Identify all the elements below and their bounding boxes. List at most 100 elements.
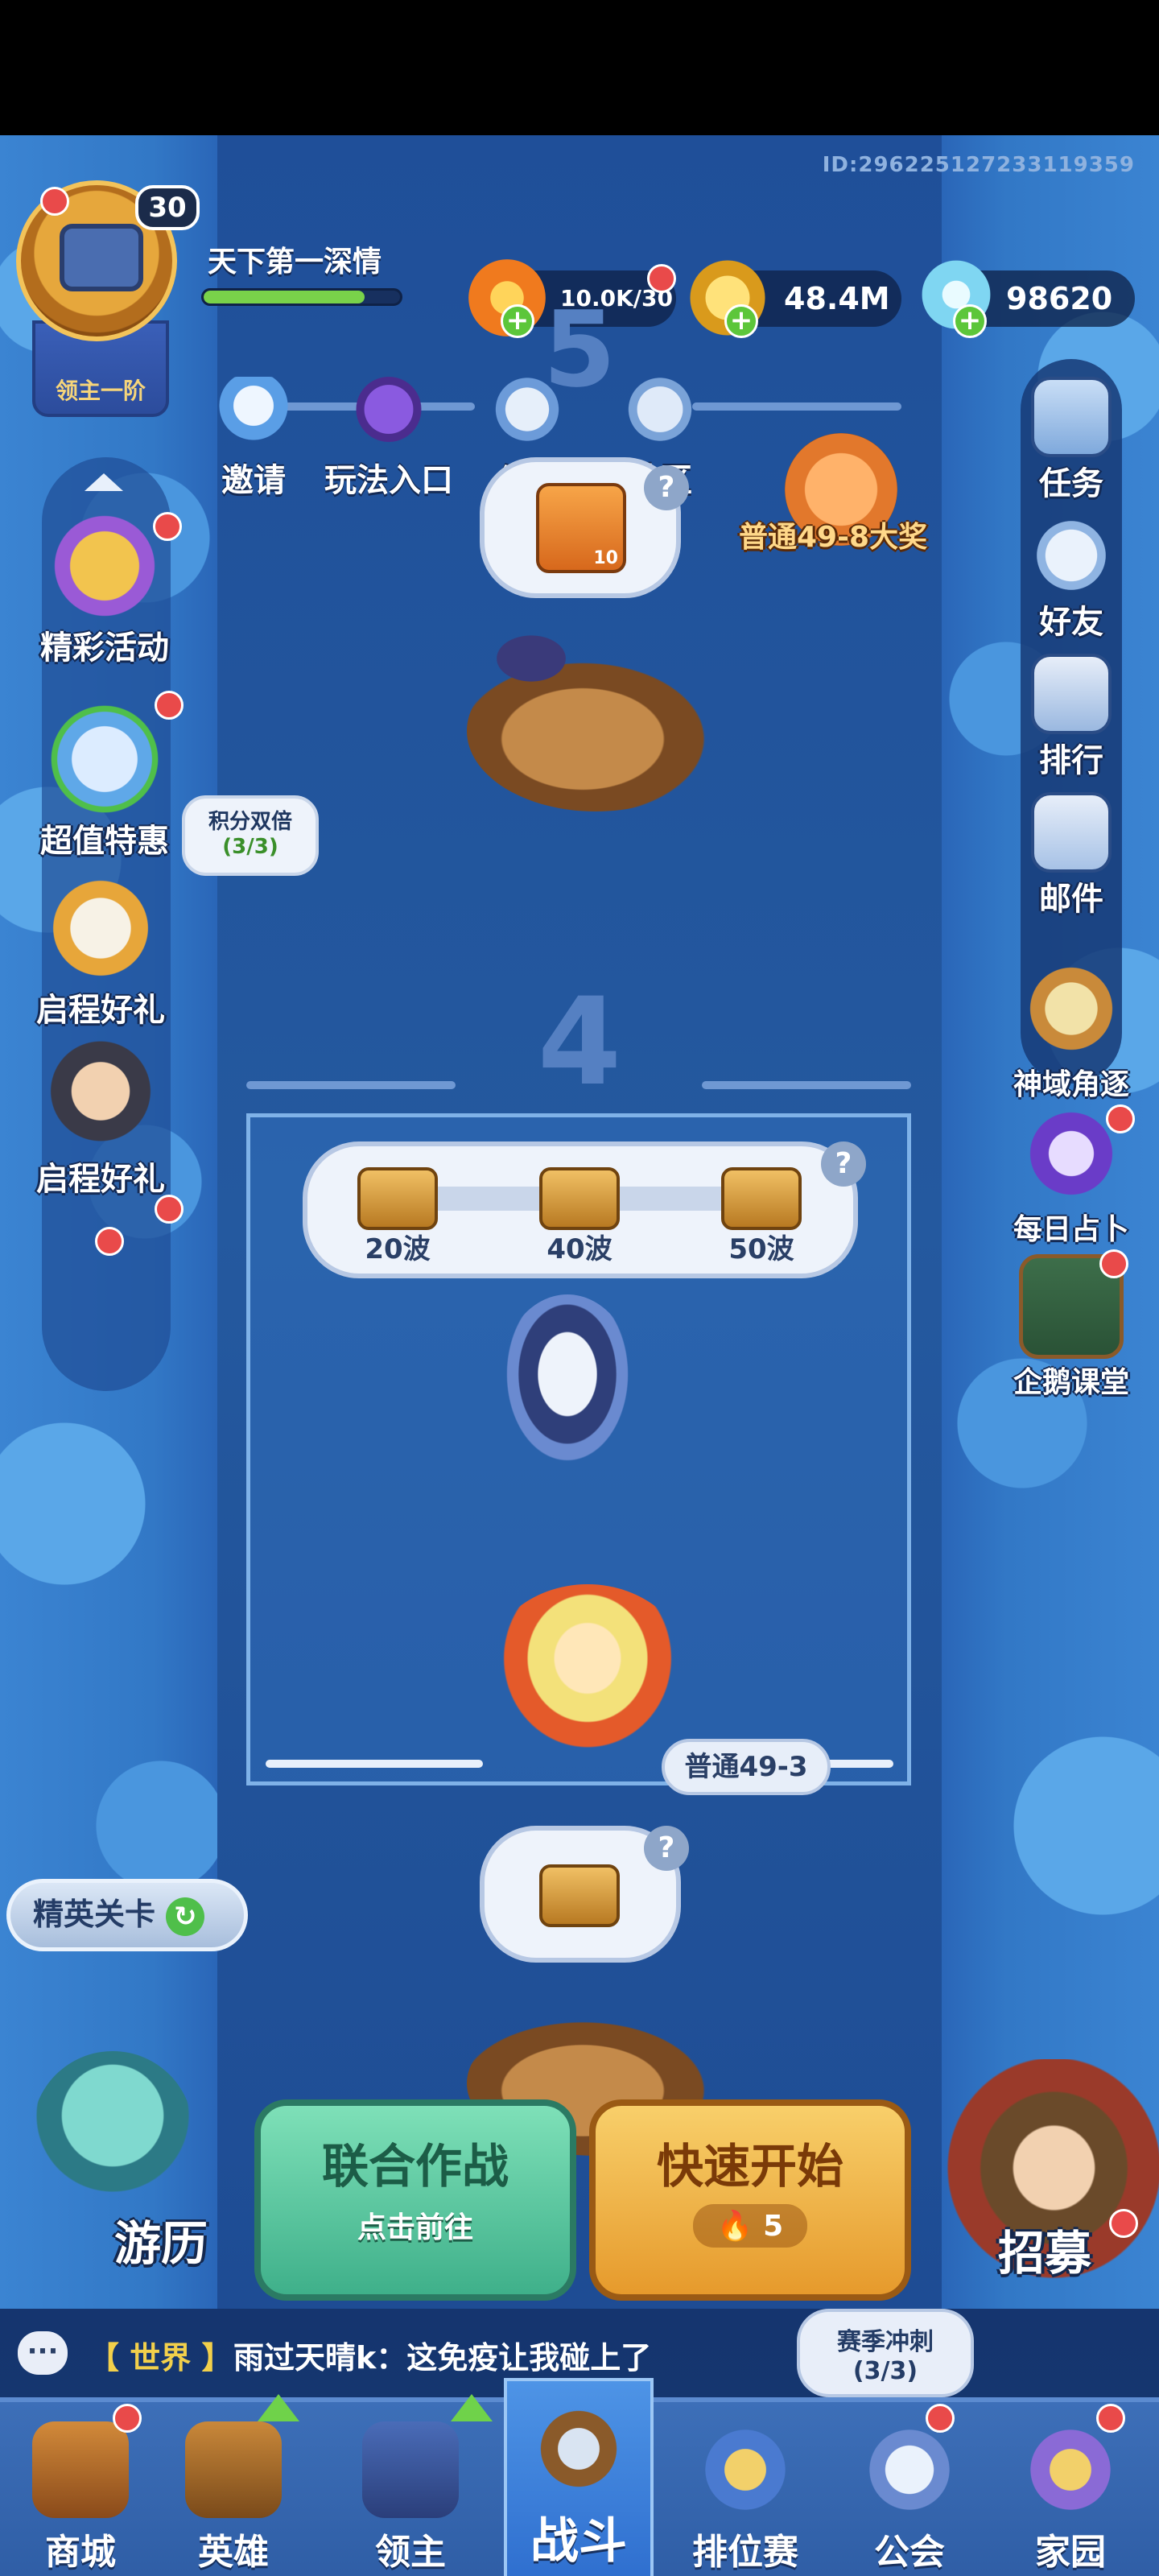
diamond-value: 98620: [1006, 281, 1113, 316]
clipboard-icon: [1031, 377, 1112, 457]
player-hero-icon[interactable]: [483, 1584, 692, 1769]
starter-gift-hero-button[interactable]: 启程好礼: [4, 1037, 197, 1199]
mail-icon: [1031, 792, 1112, 873]
elite-stage-label: 精英关卡: [33, 1897, 156, 1932]
avatar-notification-dot: [40, 187, 69, 216]
battle-swords-icon: [530, 2401, 627, 2497]
deals-label: 超值特惠: [40, 823, 169, 860]
megaphone-icon: [491, 377, 563, 449]
double-points-title: 积分双倍: [208, 810, 292, 834]
nav-battle-label: 战斗: [530, 2513, 627, 2570]
nav-lord-label: 领主: [375, 2532, 446, 2573]
exp-bar-fill: [204, 291, 365, 303]
quick-start-button[interactable]: 快速开始 🔥 5: [589, 2099, 911, 2301]
deals-notification-dot: [155, 691, 184, 720]
mail-label: 邮件: [1039, 881, 1103, 918]
nav-ranked-label: 排位赛: [692, 2532, 798, 2573]
starter-gift-label: 启程好礼: [36, 992, 165, 1029]
quick-start-cost-value: 5: [763, 2210, 784, 2243]
wave-chest-50[interactable]: [721, 1167, 802, 1230]
stage3-chest-icon: [539, 1864, 620, 1927]
player-name: 天下第一深情: [208, 246, 382, 279]
divine-contest-label: 神域角逐: [1013, 1068, 1129, 1101]
ranking-button[interactable]: 排行: [995, 654, 1148, 781]
dragon-spikes: [483, 626, 580, 691]
friends-icon: [1031, 515, 1112, 596]
wave-chest-20[interactable]: [357, 1167, 438, 1230]
crystal-reward-count: 10: [593, 548, 618, 568]
guild-icon: [861, 2421, 958, 2518]
status-bar: [0, 0, 1159, 135]
wave-chest-40-label: 40波: [547, 1233, 612, 1265]
current-stage-tag[interactable]: 普通49-3: [662, 1739, 831, 1795]
pegasus-gift-icon: [40, 868, 161, 989]
avatar-robot-icon: [60, 224, 143, 291]
collapse-arrow-icon[interactable]: [85, 473, 123, 491]
shop-icon: [32, 2421, 129, 2518]
deals-button[interactable]: 超值特惠: [8, 699, 201, 861]
hot-air-balloon-icon[interactable]: [32, 2051, 193, 2212]
rail-notification-dot-1: [155, 1195, 184, 1224]
friends-button[interactable]: 好友: [995, 515, 1148, 642]
travel-label[interactable]: 游历: [114, 2206, 208, 2273]
mail-button[interactable]: 邮件: [995, 792, 1148, 919]
nav-battle[interactable]: 战斗: [504, 2378, 654, 2576]
nav-lord[interactable]: 领主: [338, 2402, 483, 2576]
community-icon: [624, 377, 696, 449]
season-sprint-bubble[interactable]: 赛季冲刺 (3/3): [797, 2309, 974, 2397]
penguin-class-notification-dot: [1099, 1249, 1128, 1278]
wave-chest-50-label: 50波: [728, 1233, 794, 1265]
chat-bubble-icon[interactable]: ···: [18, 2331, 68, 2375]
stage-number-lower: 4: [537, 972, 622, 1113]
lord-rank-label: 领主一阶: [55, 378, 146, 404]
clock-deal-icon: [44, 699, 165, 819]
divination-notification-dot: [1106, 1104, 1135, 1133]
double-points-bubble[interactable]: 积分双倍 (3/3): [182, 795, 319, 876]
elite-stage-button[interactable]: 精英关卡 ↻: [6, 1879, 248, 1951]
stage3-help-icon[interactable]: ?: [644, 1826, 689, 1871]
recruit-label[interactable]: 招募: [998, 2215, 1091, 2283]
friends-label: 好友: [1039, 604, 1103, 641]
event-label: 精彩活动: [40, 630, 169, 667]
gold-value: 48.4M: [784, 281, 890, 316]
wave-help-icon[interactable]: ?: [821, 1141, 866, 1187]
hero-gift-icon: [40, 1037, 161, 1158]
divine-shield-icon: [1019, 956, 1124, 1061]
invite-button[interactable]: 邀请: [193, 377, 314, 501]
add-gold-button[interactable]: +: [724, 304, 758, 338]
wave-chest-40[interactable]: [539, 1167, 620, 1230]
tasks-label: 任务: [1039, 465, 1103, 502]
home-notification-dot: [1096, 2404, 1125, 2433]
penguin-class-button[interactable]: 企鹅课堂: [995, 1254, 1148, 1401]
crystal-reward-icon: 10: [536, 483, 626, 573]
wave-chest-20-label: 20波: [365, 1233, 431, 1265]
coop-battle-button[interactable]: 联合作战 点击前往: [254, 2099, 576, 2301]
stage-bottom-line-left: [266, 1760, 483, 1768]
ranking-label: 排行: [1039, 742, 1103, 779]
user-id: ID:2962251272331193‍59: [822, 153, 1135, 177]
home-castle-icon: [1022, 2421, 1119, 2518]
podium-icon: [1031, 654, 1112, 734]
guild-notification-dot: [926, 2404, 955, 2433]
exp-bar: [201, 288, 402, 306]
heroes-upgrade-arrow-icon: [258, 2394, 299, 2421]
starter-gift-button[interactable]: 启程好礼: [4, 868, 197, 1030]
quick-start-cost: 🔥 5: [692, 2204, 808, 2248]
add-diamond-button[interactable]: +: [953, 304, 987, 338]
coop-battle-title: 联合作战: [321, 2139, 509, 2194]
player-level: 30: [135, 185, 200, 230]
starter-gift-hero-label: 启程好礼: [36, 1161, 165, 1198]
hero-card-icon: [185, 2421, 282, 2518]
divine-contest-button[interactable]: 神域角逐: [995, 956, 1148, 1103]
bottom-navigation: 商城 英雄 领主 战斗 排位赛 公会 家园: [0, 2378, 1159, 2576]
tasks-button[interactable]: 任务: [995, 377, 1148, 504]
nav-guild[interactable]: 公会: [837, 2402, 982, 2576]
gameplay-entrance-button[interactable]: 玩法入口: [316, 377, 461, 501]
wizard-enemy-icon[interactable]: [499, 1294, 636, 1472]
nav-heroes[interactable]: 英雄: [161, 2402, 306, 2576]
stage5-help-icon[interactable]: ?: [644, 465, 689, 510]
nav-guild-label: 公会: [874, 2532, 945, 2573]
event-notification-dot: [153, 512, 182, 541]
nav-home-label: 家园: [1035, 2532, 1106, 2573]
nav-ranked[interactable]: 排位赛: [673, 2402, 818, 2576]
